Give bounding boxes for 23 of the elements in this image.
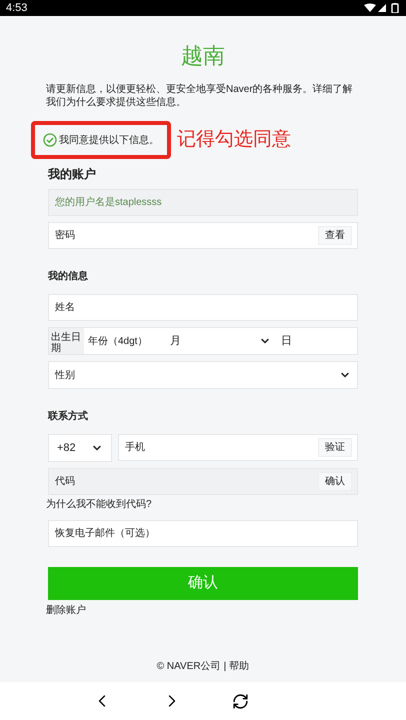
help-link[interactable]: 为什么我不能收到代码? (46, 497, 360, 512)
section-heading: 联系方式 (48, 409, 89, 424)
refresh-icon[interactable] (232, 692, 249, 710)
copyright-text: © NAVER公司 (156, 660, 221, 674)
separator-text: | (224, 660, 226, 674)
country-code-select[interactable]: +82 (48, 434, 112, 462)
page-title: 越南 (180, 43, 226, 71)
section-heading: 我的信息 (48, 270, 89, 284)
name-field[interactable]: 姓名 (48, 294, 358, 321)
description-text: 请更新信息，以便更轻松、更安全地享受Naver的各种服务。详细了解我们为什么要求提供这些信息。 (46, 83, 354, 109)
consent-checkbox[interactable]: 我同意提供以下信息。 (43, 132, 159, 148)
gender-select[interactable]: 性别 (48, 361, 358, 389)
username-field: 您的用户名是staplessss (48, 189, 358, 216)
confirm-code-button[interactable]: 确认 (318, 472, 352, 491)
help-link[interactable]: 帮助 (229, 659, 250, 674)
verify-button[interactable]: 验证 (318, 438, 352, 457)
section-heading: 我的账户 (48, 166, 97, 183)
delete-account-link[interactable]: 删除账户 (46, 603, 360, 618)
status-time: 4:53 (6, 0, 28, 16)
annotation-text: 记得勾选同意 (177, 128, 291, 152)
email-field[interactable]: 恢复电子邮件（可选） (48, 520, 358, 547)
status-icons (364, 3, 400, 13)
show-button[interactable]: 查看 (318, 226, 352, 245)
